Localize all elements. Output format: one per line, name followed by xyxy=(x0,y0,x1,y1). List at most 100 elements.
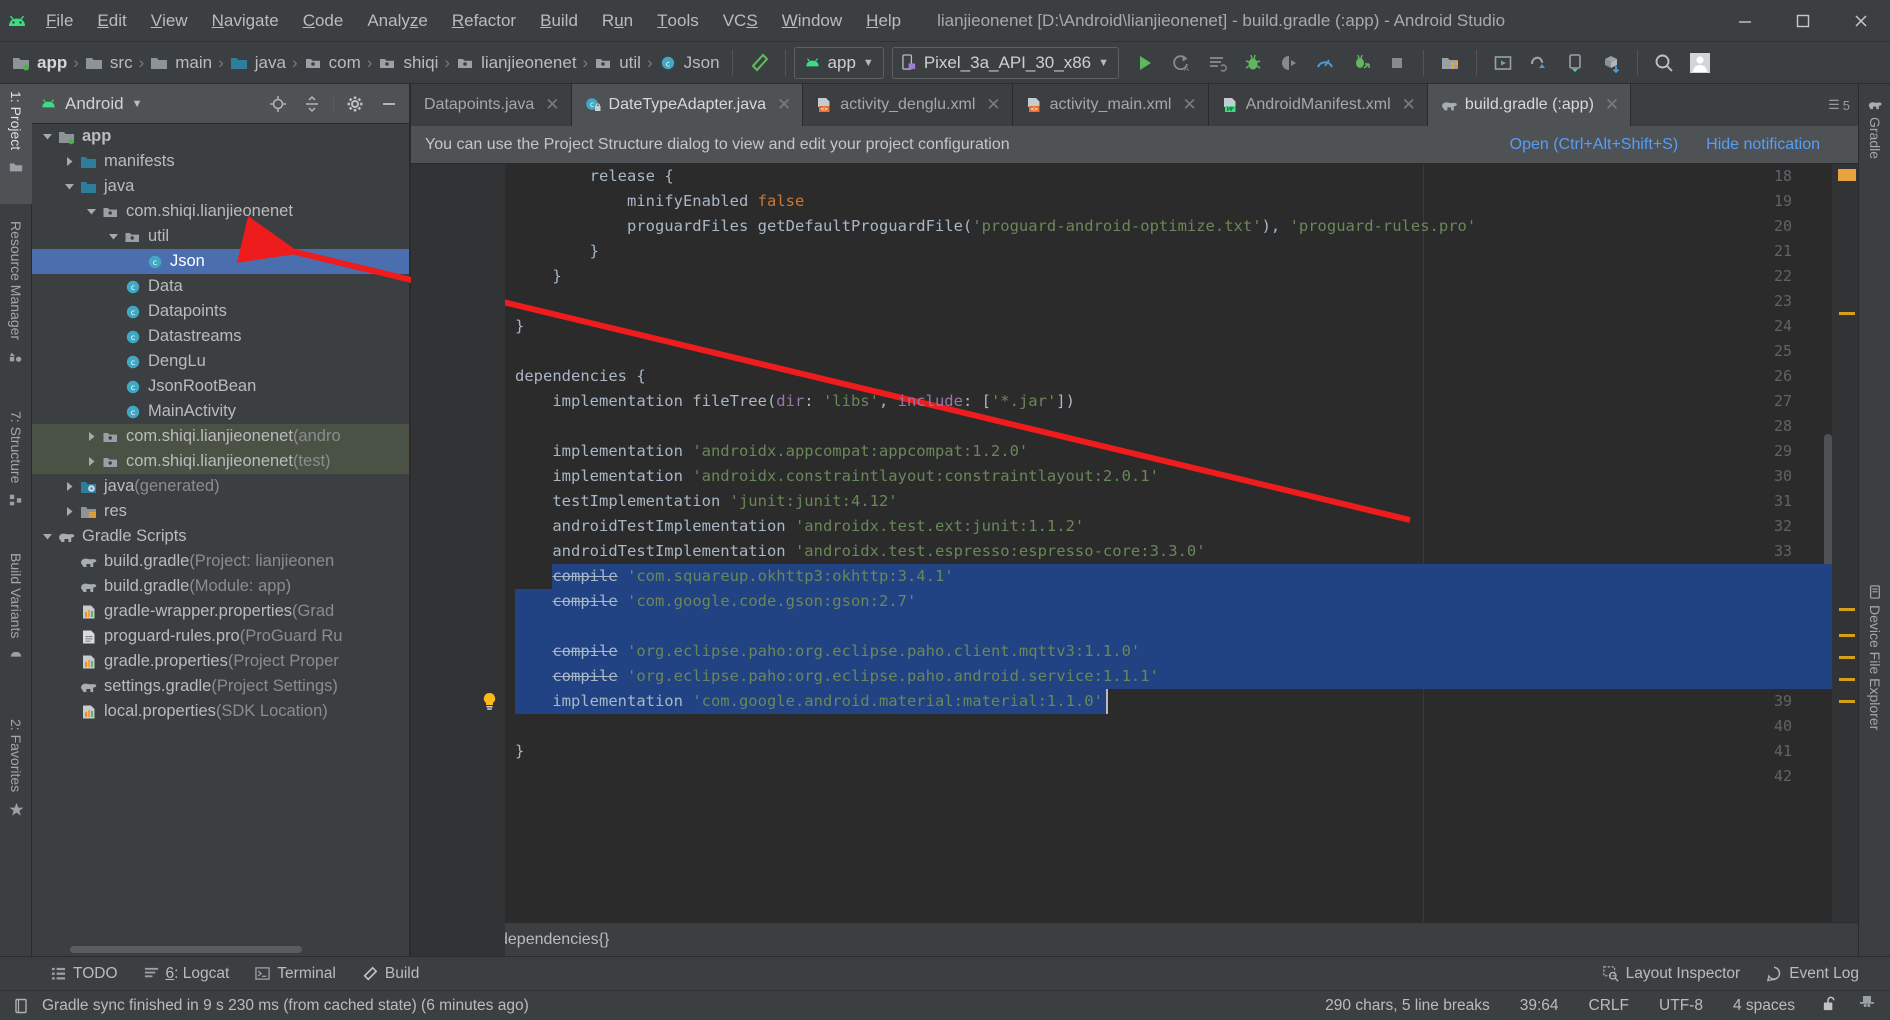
chevron-right-icon[interactable] xyxy=(60,481,78,492)
tree-item-gradle-wrapper-properties[interactable]: gradle-wrapper.properties (Grad xyxy=(32,599,410,624)
status-doc-icon[interactable] xyxy=(10,998,32,1014)
code-line[interactable]: release { xyxy=(505,164,1858,189)
user-avatar-icon[interactable] xyxy=(1682,46,1718,80)
menu-help[interactable]: Help xyxy=(854,0,913,42)
tree-item-com-shiqi-lianjieonenet[interactable]: com.shiqi.lianjieonenet xyxy=(32,199,410,224)
tree-item-build-gradle[interactable]: build.gradle (Project: lianjieonen xyxy=(32,549,410,574)
code-line[interactable]: compile 'org.eclipse.paho:org.eclipse.pa… xyxy=(505,639,1858,664)
menu-file[interactable]: File xyxy=(34,0,85,42)
tree-item-datapoints[interactable]: cDatapoints xyxy=(32,299,410,324)
menu-navigate[interactable]: Navigate xyxy=(200,0,291,42)
tree-item-app[interactable]: app xyxy=(32,124,410,149)
run-icon[interactable] xyxy=(1127,46,1163,80)
profiler-icon[interactable] xyxy=(1307,46,1343,80)
editor-tab-datapoints-java[interactable]: Datapoints.java✕ xyxy=(411,84,572,126)
close-icon[interactable]: ✕ xyxy=(545,95,559,115)
tree-item-jsonrootbean[interactable]: cJsonRootBean xyxy=(32,374,410,399)
code-line[interactable]: implementation 'androidx.constraintlayou… xyxy=(505,464,1858,489)
apply-changes-icon[interactable] xyxy=(1199,46,1235,80)
editor-tab-build-gradle-app-[interactable]: build.gradle (:app)✕ xyxy=(1428,84,1631,126)
code-line[interactable]: } xyxy=(505,314,1858,339)
sync-project-icon[interactable] xyxy=(1593,46,1629,80)
editor-tab-activity-denglu-xml[interactable]: <>activity_denglu.xml✕ xyxy=(803,84,1012,126)
breadcrumb-com[interactable]: com xyxy=(300,48,365,78)
menu-tools[interactable]: Tools xyxy=(645,0,711,42)
code-line[interactable] xyxy=(505,289,1858,314)
chevron-down-icon[interactable] xyxy=(38,531,56,542)
code-line[interactable]: } xyxy=(505,739,1858,764)
menu-refactor[interactable]: Refactor xyxy=(440,0,528,42)
code-line[interactable]: implementation fileTree(dir: 'libs', inc… xyxy=(505,389,1858,414)
chevron-right-icon[interactable] xyxy=(82,456,100,467)
chevron-right-icon[interactable] xyxy=(60,506,78,517)
bottom-tab-event-log[interactable]: Event Log xyxy=(1753,965,1872,983)
close-icon[interactable]: ✕ xyxy=(1402,95,1416,115)
run-configuration-selector[interactable]: app ▼ xyxy=(794,47,884,79)
menu-vcs[interactable]: VCS xyxy=(711,0,770,42)
editor-tab-activity-main-xml[interactable]: <>activity_main.xml✕ xyxy=(1013,84,1209,126)
bottom-tab-todo[interactable]: TODO xyxy=(38,965,131,983)
close-icon[interactable]: ✕ xyxy=(986,95,1000,115)
attach-debugger-icon[interactable] xyxy=(1271,46,1307,80)
chevron-down-icon[interactable] xyxy=(104,231,122,242)
tree-item-manifests[interactable]: manifests xyxy=(32,149,410,174)
tree-item-com-shiqi-lianjieonenet[interactable]: com.shiqi.lianjieonenet (test) xyxy=(32,449,410,474)
rerun-icon[interactable]: A xyxy=(1163,46,1199,80)
menu-code[interactable]: Code xyxy=(291,0,356,42)
avd-manager-icon[interactable] xyxy=(1485,46,1521,80)
sidebar-item-gradle[interactable]: Gradle xyxy=(1859,88,1890,180)
debug-icon[interactable] xyxy=(1235,46,1271,80)
breadcrumb-main[interactable]: main xyxy=(146,48,216,78)
menu-window[interactable]: Window xyxy=(770,0,854,42)
tree-item-denglu[interactable]: cDengLu xyxy=(32,349,410,374)
search-icon[interactable] xyxy=(1646,46,1682,80)
breadcrumb-app[interactable]: app xyxy=(8,48,71,78)
tree-item-proguard-rules-pro[interactable]: proguard-rules.pro (ProGuard Ru xyxy=(32,624,410,649)
sidebar-item-resource-manager[interactable]: Resource Manager xyxy=(0,214,32,404)
code-line[interactable]: minifyEnabled false xyxy=(505,189,1858,214)
code-line[interactable] xyxy=(505,714,1858,739)
tree-item-gradle-scripts[interactable]: Gradle Scripts xyxy=(32,524,410,549)
chevron-down-icon[interactable] xyxy=(82,206,100,217)
status-encoding[interactable]: UTF-8 xyxy=(1649,997,1713,1015)
layout-inspector-icon[interactable] xyxy=(1557,46,1593,80)
breadcrumb-java[interactable]: java xyxy=(226,48,290,78)
project-tree-hscrollbar[interactable] xyxy=(32,942,410,956)
bottom-tab-terminal[interactable]: Terminal xyxy=(242,965,349,983)
sidebar-item-build-variants[interactable]: Build Variants xyxy=(0,546,32,706)
sidebar-item-structure[interactable]: 7: Structure xyxy=(0,404,32,544)
chevron-down-icon[interactable] xyxy=(38,131,56,142)
chevron-down-icon[interactable] xyxy=(60,181,78,192)
editor-tab-datetypeadapter-java[interactable]: cDateTypeAdapter.java✕ xyxy=(572,84,804,126)
maximize-button[interactable] xyxy=(1774,0,1832,42)
sidebar-item-device-file-explorer[interactable]: Device File Explorer xyxy=(1859,574,1890,784)
close-button[interactable] xyxy=(1832,0,1890,42)
code-editor[interactable]: 1819202122232425262728293031323334353637… xyxy=(411,164,1858,956)
hammer-icon[interactable] xyxy=(741,46,777,80)
hide-icon[interactable] xyxy=(376,91,402,117)
bottom-tab-layout-inspector[interactable]: Layout Inspector xyxy=(1590,965,1754,983)
code-line[interactable]: androidTestImplementation 'androidx.test… xyxy=(505,514,1858,539)
device-selector[interactable]: Pixel_3a_API_30_x86 ▼ xyxy=(892,47,1119,79)
sdk-manager-icon[interactable] xyxy=(1432,46,1468,80)
settings-gear-icon[interactable] xyxy=(342,91,368,117)
code-line[interactable] xyxy=(505,764,1858,789)
code-line[interactable]: compile 'com.google.code.gson:gson:2.7' xyxy=(505,589,1858,614)
tree-item-util[interactable]: util xyxy=(32,224,410,249)
menu-edit[interactable]: Edit xyxy=(85,0,138,42)
close-icon[interactable]: ✕ xyxy=(777,95,791,115)
menu-build[interactable]: Build xyxy=(528,0,590,42)
close-icon[interactable]: ✕ xyxy=(1182,95,1196,115)
stop-icon[interactable] xyxy=(1379,46,1415,80)
code-line[interactable]: compile 'com.squareup.okhttp3:okhttp:3.4… xyxy=(505,564,1858,589)
code-content[interactable]: release { minifyEnabled false proguardFi… xyxy=(505,164,1858,956)
breadcrumb-util[interactable]: util xyxy=(590,48,645,78)
hide-notification-link[interactable]: Hide notification xyxy=(1706,136,1820,154)
breadcrumb-Json[interactable]: cJson xyxy=(655,48,724,78)
tree-item-build-gradle[interactable]: build.gradle (Module: app) xyxy=(32,574,410,599)
code-line[interactable] xyxy=(505,614,1858,639)
tree-item-mainactivity[interactable]: cMainActivity xyxy=(32,399,410,424)
tree-item-java[interactable]: java xyxy=(32,174,410,199)
scrollbar-thumb[interactable] xyxy=(70,946,302,953)
chevron-right-icon[interactable] xyxy=(60,156,78,167)
